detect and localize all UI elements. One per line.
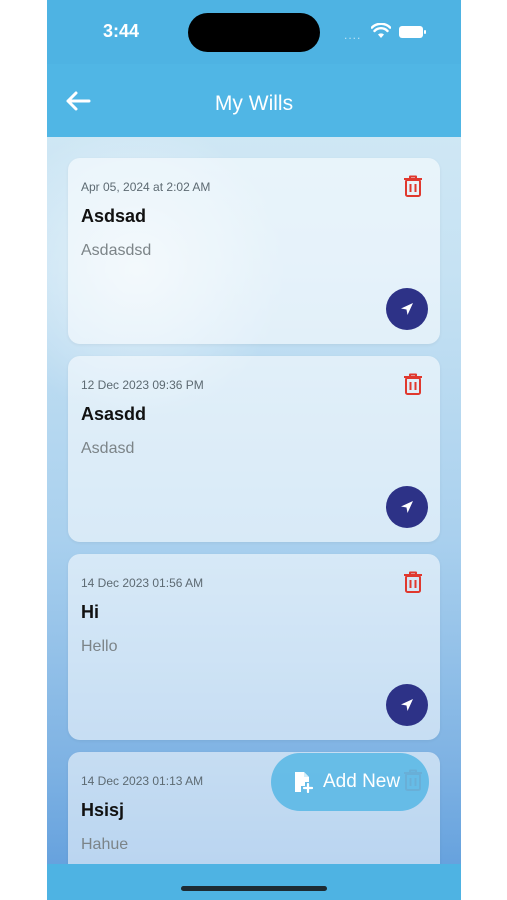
will-title: Asdsad [81,206,147,226]
navigate-button[interactable] [386,486,428,528]
will-title: Hi [81,602,99,622]
add-new-label: Add New [323,771,401,792]
status-bar: 3:44 .... [47,0,461,64]
will-date: 14 Dec 2023 01:13 AM [81,774,204,788]
trash-icon [404,175,422,197]
will-title: Hsisj [81,800,125,820]
navigate-button[interactable] [386,684,428,726]
trash-icon [404,373,422,395]
dynamic-island [188,13,320,52]
will-title: Asasdd [81,404,147,424]
add-file-icon [293,771,313,793]
will-card[interactable]: 14 Dec 2023 01:56 AM Hi Hello [68,554,440,740]
battery-icon [399,26,426,38]
navigation-arrow-icon [401,501,413,513]
status-time: 3:44 [103,21,140,41]
will-date: Apr 05, 2024 at 2:02 AM [81,180,211,194]
navigation-arrow-icon [401,699,413,711]
home-indicator[interactable] [181,886,327,891]
signal-icon: .... [344,28,362,42]
delete-button[interactable] [402,570,424,594]
will-description: Asdasd [81,440,135,457]
will-description: Asdasdsd [81,242,152,259]
will-description: Hello [81,638,118,655]
navigate-button[interactable] [386,288,428,330]
trash-icon [404,571,422,593]
bottom-bar [47,864,461,900]
wifi-icon [371,23,391,38]
will-card[interactable]: Apr 05, 2024 at 2:02 AM Asdsad Asdasdsd [68,158,440,344]
app-header: My Wills [47,64,461,137]
will-date: 12 Dec 2023 09:36 PM [81,378,204,392]
will-description: Hahue [81,836,129,853]
delete-button[interactable] [402,372,424,396]
delete-button[interactable] [402,174,424,198]
navigation-arrow-icon [401,303,413,315]
will-card[interactable]: 12 Dec 2023 09:36 PM Asasdd Asdasd [68,356,440,542]
add-new-button[interactable]: Add New [271,753,429,811]
will-date: 14 Dec 2023 01:56 AM [81,576,204,590]
page-title: My Wills [214,92,294,115]
phone-screen: 3:44 .... My Wills Apr 05, 2024 at 2:02 … [47,0,461,900]
